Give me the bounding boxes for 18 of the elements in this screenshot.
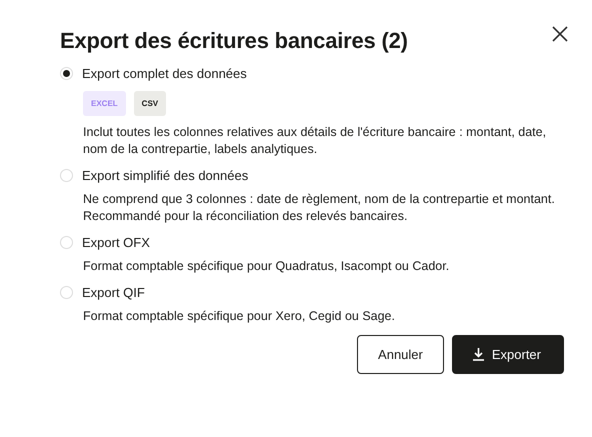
export-button[interactable]: Exporter: [452, 335, 564, 374]
dialog-title: Export des écritures bancaires (2): [60, 28, 408, 54]
radio-button[interactable]: [60, 286, 73, 299]
option-label[interactable]: Export QIF: [82, 285, 145, 300]
download-icon: [472, 348, 484, 361]
cancel-button[interactable]: Annuler: [357, 335, 444, 374]
option-description: Format comptable spécifique pour Xero, Cegid ou Sage.: [83, 308, 396, 325]
format-tag[interactable]: CSV: [134, 91, 166, 116]
option-description: Format comptable spécifique pour Quadratus, Isacompt ou Cador.: [83, 258, 450, 275]
option-label[interactable]: Export complet des données: [82, 66, 247, 81]
radio-button[interactable]: [60, 169, 73, 182]
option-description: Inclut toutes les colonnes relatives aux détails de l'écriture bancaire : montant, date, nom de la contrepartie, labels analytiques.: [83, 124, 548, 158]
radio-button[interactable]: [60, 236, 73, 249]
radio-button[interactable]: [60, 67, 73, 80]
close-icon[interactable]: [552, 26, 568, 42]
option-description: Ne comprend que 3 colonnes : date de règlement, nom de la contrepartie et montant. Recommandé pour la réconciliation des relevés bancaires.: [83, 191, 556, 225]
option-label[interactable]: Export OFX: [82, 235, 150, 250]
option-label[interactable]: Export simplifié des données: [82, 168, 248, 183]
